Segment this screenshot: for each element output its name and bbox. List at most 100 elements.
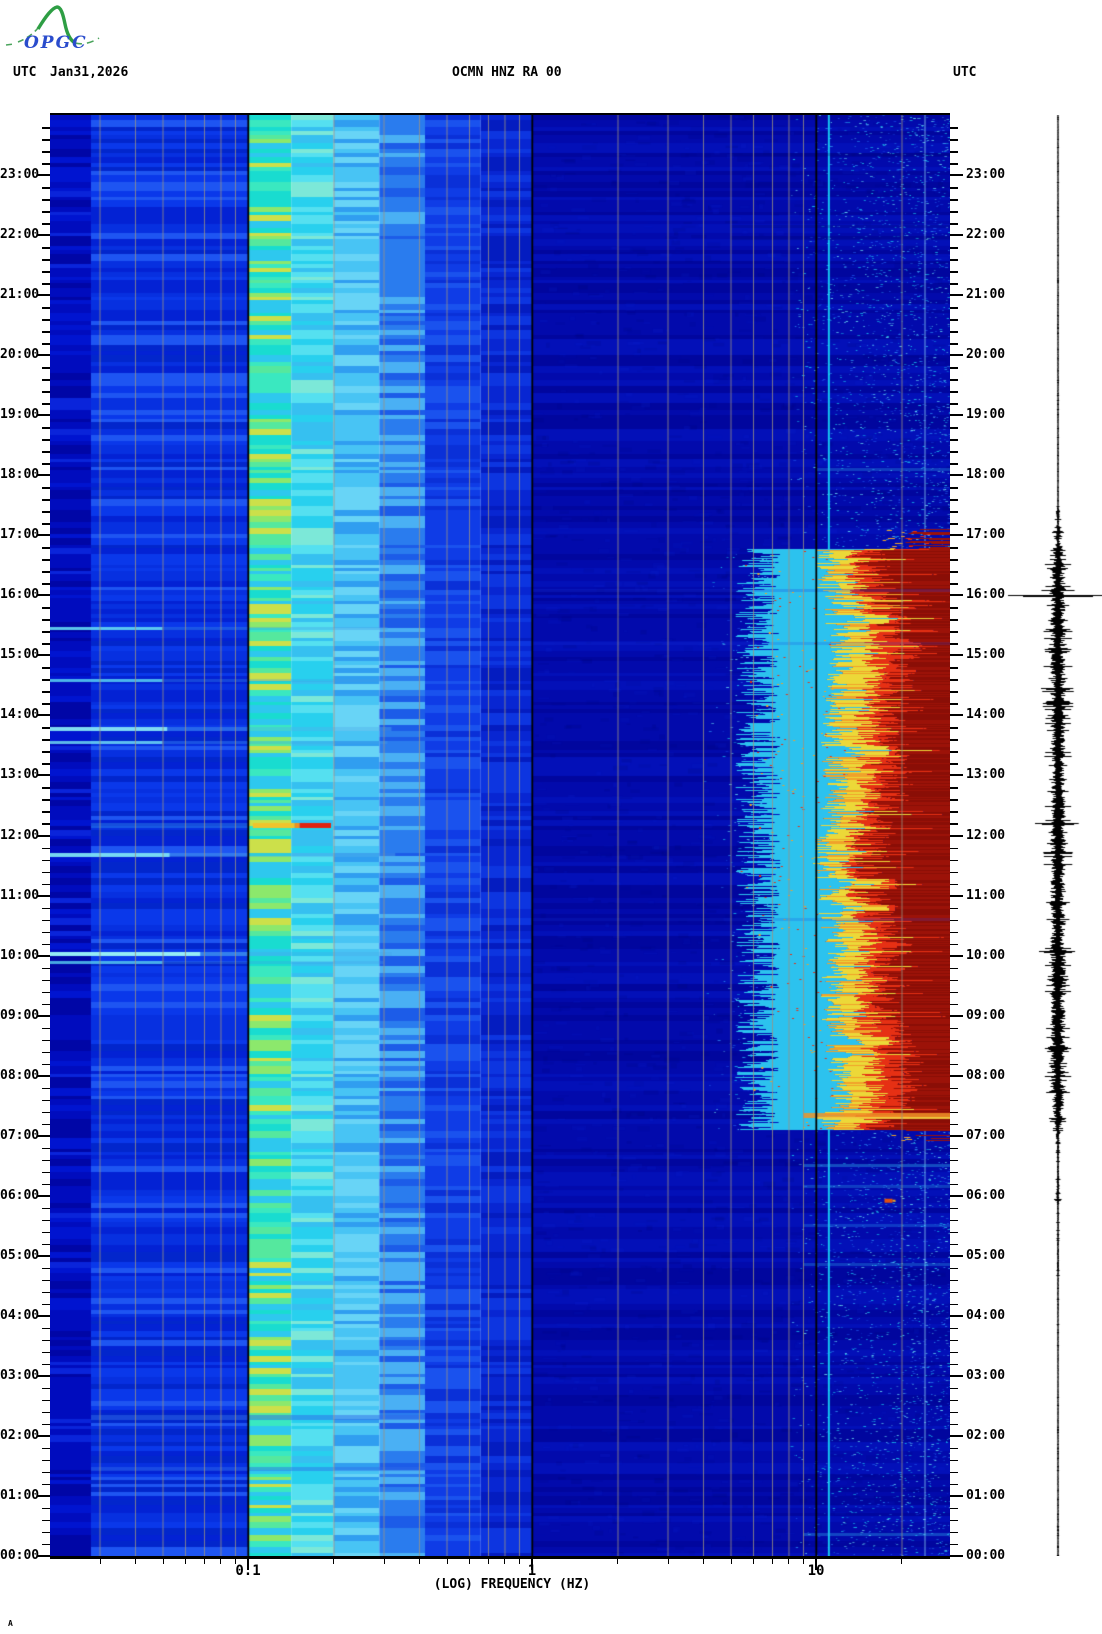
minor-tick-left [42,1243,50,1246]
minor-tick-left [42,1099,50,1102]
hour-label-left: 21:00 [0,287,40,303]
minor-tick-right [950,1003,958,1006]
minor-tick-left [42,1123,50,1126]
minor-tick-left [42,463,50,465]
hour-label-right: 22:00 [966,227,1006,243]
hour-label-right: 05:00 [966,1247,1006,1263]
hour-tick-left [37,1434,50,1437]
opgc-logo-text: OPGC [24,33,88,53]
minor-tick-left [42,667,50,669]
hour-label-right: 07:00 [966,1127,1006,1143]
minor-tick-right [950,751,958,753]
hour-tick-left [37,294,50,297]
hour-tick-left [37,834,50,837]
hour-label-right: 18:00 [966,467,1006,483]
minor-tick-left [42,823,50,825]
hour-tick-right [950,714,963,717]
minor-tick-left [42,1291,50,1294]
hour-tick-left [37,1494,50,1497]
freq-minor-tick [446,1559,448,1564]
hour-tick-right [950,174,963,177]
hour-tick-left [37,1074,50,1077]
freq-minor-tick [901,1559,903,1564]
minor-tick-right [950,1183,958,1186]
minor-tick-left [42,991,50,994]
header-utc-right: UTC [953,65,977,80]
hour-tick-left [37,234,50,237]
minor-tick-right [950,499,958,501]
minor-tick-left [42,859,50,862]
minor-tick-right [950,247,958,249]
hour-tick-left [37,1555,50,1557]
minor-tick-left [42,1111,50,1114]
minor-tick-right [950,1051,958,1054]
freq-minor-tick [383,1559,385,1564]
minor-tick-right [950,139,958,141]
minor-tick-left [42,379,50,381]
hour-label-right: 16:00 [966,587,1006,603]
minor-tick-right [950,1411,958,1414]
minor-tick-right [950,127,958,129]
hour-label-right: 17:00 [966,527,1006,543]
hour-tick-right [950,474,963,477]
minor-tick-left [42,1267,50,1270]
hour-tick-left [37,1374,50,1377]
minor-tick-left [42,523,50,525]
minor-tick-right [950,391,958,393]
hour-tick-right [950,1194,963,1197]
minor-tick-right [950,511,958,513]
minor-tick-right [950,1327,958,1330]
hour-label-right: 14:00 [966,707,1006,723]
minor-tick-left [42,163,50,165]
minor-tick-left [42,703,50,705]
freq-minor-tick [788,1559,790,1564]
hour-tick-right [950,1374,963,1377]
minor-tick-left [42,247,50,249]
minor-tick-left [42,1423,50,1426]
hour-label-left: 00:00 [0,1548,40,1563]
hour-tick-right [950,774,963,777]
hour-label-right: 03:00 [966,1367,1006,1383]
minor-tick-right [950,379,958,381]
hour-tick-left [37,954,50,957]
hour-tick-left [37,594,50,597]
minor-tick-left [42,967,50,970]
minor-tick-left [42,799,50,801]
minor-tick-right [950,1543,958,1546]
hour-label-left: 04:00 [0,1307,40,1323]
hour-label-left: 19:00 [0,407,40,423]
freq-minor-tick [468,1559,470,1564]
minor-tick-left [42,403,50,405]
minor-tick-right [950,607,958,609]
hour-label-left: 22:00 [0,227,40,243]
minor-tick-right [950,979,958,982]
minor-tick-left [42,1159,50,1162]
minor-tick-right [950,1459,958,1462]
minor-tick-left [42,751,50,753]
minor-tick-left [42,847,50,849]
hour-label-left: 18:00 [0,467,40,483]
minor-tick-right [950,367,958,369]
minor-tick-right [950,1279,958,1282]
minor-tick-left [42,211,50,213]
minor-tick-right [950,1243,958,1246]
minor-tick-left [42,283,50,285]
minor-tick-left [42,1039,50,1042]
hour-tick-right [950,294,963,297]
hour-tick-left [37,354,50,357]
hour-tick-right [950,1254,963,1257]
minor-tick-left [42,619,50,621]
hour-label-left: 08:00 [0,1067,40,1083]
minor-tick-left [42,739,50,741]
minor-tick-right [950,763,958,765]
minor-tick-right [950,1087,958,1090]
hour-tick-right [950,954,963,957]
minor-tick-right [950,1147,958,1150]
minor-tick-left [42,139,50,141]
minor-tick-right [950,883,958,886]
minor-tick-left [42,811,50,813]
minor-tick-left [42,1327,50,1330]
hour-label-right: 20:00 [966,347,1006,363]
minor-tick-left [42,1411,50,1414]
hour-tick-right [950,234,963,237]
